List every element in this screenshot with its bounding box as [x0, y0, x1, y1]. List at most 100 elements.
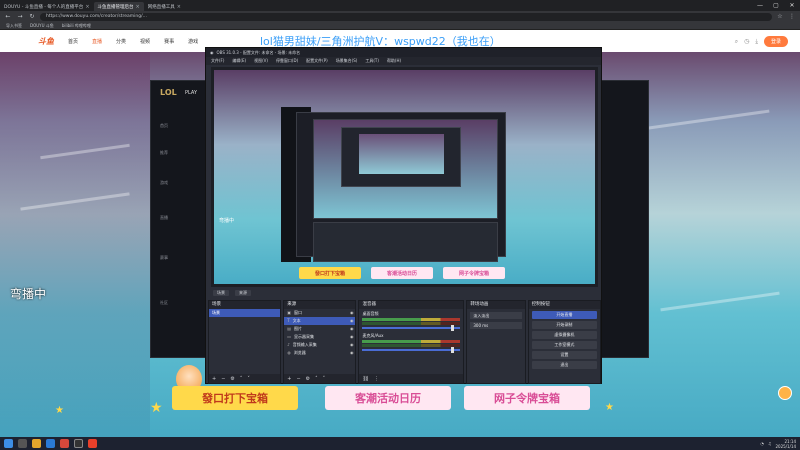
visibility-icon[interactable]: ◉ — [350, 317, 354, 325]
browser-tab[interactable]: 网络直播工具 × — [144, 2, 185, 11]
windows-start-icon[interactable] — [4, 439, 13, 448]
visibility-icon[interactable]: ◉ — [350, 349, 354, 357]
remove-icon[interactable]: − — [296, 376, 300, 382]
virtual-camera-button[interactable]: 虚拟摄像机 — [531, 331, 597, 339]
volume-icon[interactable]: ♫ — [768, 441, 772, 446]
url-field[interactable]: https://www.douyu.com/creator/streaming/… — [40, 12, 772, 21]
close-icon[interactable]: × — [136, 4, 140, 10]
maximize-icon[interactable]: ▢ — [768, 0, 784, 11]
bookmark-item[interactable]: bilibili 哔哩哔哩 — [62, 23, 91, 29]
obs-menu-item[interactable]: 场景集合(S) — [336, 58, 358, 64]
link-icon[interactable]: ⛓ — [362, 376, 368, 382]
scene-item[interactable]: 场景 — [209, 309, 281, 317]
browser-tab[interactable]: DOUYU - 斗鱼直播 - 每个人的直播平台 × — [0, 2, 94, 11]
add-icon[interactable]: + — [287, 376, 291, 382]
obs-menu-item[interactable]: 文件(F) — [211, 58, 224, 64]
history-icon[interactable]: ◷ — [744, 38, 749, 45]
remove-icon[interactable]: − — [221, 376, 225, 382]
preview-live-text: 弯播中 — [219, 218, 235, 224]
nav-link[interactable]: 游戏 — [188, 38, 198, 45]
source-item[interactable]: ▣ 窗口 ◉ — [284, 309, 355, 317]
source-item[interactable]: ▭ 显示器采集 ◉ — [284, 333, 355, 341]
channel-name: 麦克风/Aux — [362, 333, 384, 338]
start-streaming-button[interactable]: 开始直播 — [531, 311, 597, 319]
move-up-icon[interactable]: ˄ — [240, 376, 243, 382]
nav-link[interactable]: 直播 — [92, 38, 102, 45]
visibility-icon[interactable]: ◉ — [350, 309, 354, 317]
start-recording-button[interactable]: 开始录制 — [531, 321, 597, 329]
bookmark-item[interactable]: DOUYU 斗鱼 — [30, 23, 54, 29]
search-icon[interactable]: ⌕ — [735, 38, 738, 46]
move-down-icon[interactable]: ˅ — [323, 376, 326, 382]
close-icon[interactable]: × — [85, 4, 89, 10]
obs-preview[interactable]: 弯播中 發口打下宝箱 客潮活动日历 网子令牌宝箱 — [211, 67, 598, 287]
edge-icon[interactable] — [46, 439, 55, 448]
source-item[interactable]: T 文本 ◉ — [284, 317, 356, 325]
obs-menu-item[interactable]: 帮助(H) — [387, 58, 401, 64]
promo-banner[interactable]: 發口打下宝箱 — [172, 386, 298, 410]
settings-icon[interactable]: ⚙ — [306, 376, 310, 382]
obs-menu-item[interactable]: 视图(V) — [254, 58, 268, 64]
minimize-icon[interactable]: — — [752, 0, 768, 11]
visibility-icon[interactable]: ◉ — [350, 341, 354, 349]
nav-link[interactable]: 首页 — [68, 38, 78, 45]
obs-dock-tabs: 场景 来源 — [211, 289, 598, 297]
obs-tab[interactable]: 来源 — [235, 290, 251, 296]
floating-assistant-icon[interactable] — [778, 386, 792, 400]
header-actions: ⌕ ◷ ⤓ 登录 — [735, 36, 788, 47]
file-explorer-icon[interactable] — [32, 439, 41, 448]
transition-select[interactable]: 淡入淡出 — [470, 312, 522, 319]
obs-menu-item[interactable]: 配置文件(P) — [306, 58, 328, 64]
login-button[interactable]: 登录 — [763, 36, 788, 47]
nav-link[interactable]: 分类 — [116, 38, 126, 45]
download-icon[interactable]: ⤓ — [755, 38, 758, 46]
app-icon[interactable] — [88, 439, 97, 448]
site-logo[interactable]: 斗鱼 — [38, 36, 54, 47]
studio-mode-button[interactable]: 工作室模式 — [531, 341, 597, 349]
text-icon: T — [287, 318, 290, 323]
exit-button[interactable]: 退出 — [531, 361, 597, 369]
mixer-channel: 桌面音频 — [359, 309, 463, 331]
forward-icon[interactable]: → — [16, 13, 24, 20]
close-window-icon[interactable]: ✕ — [784, 0, 800, 11]
volume-slider[interactable] — [362, 347, 461, 353]
dock-toolbar: + − ⚙ ˄ ˅ — [284, 374, 356, 383]
search-icon[interactable] — [18, 439, 27, 448]
settings-button[interactable]: 设置 — [531, 351, 597, 359]
settings-icon[interactable]: ⚙ — [230, 376, 234, 382]
source-item[interactable]: ◍ 浏览器 ◉ — [284, 349, 355, 357]
network-icon[interactable]: ◔ — [760, 441, 764, 446]
promo-banner[interactable]: 网子令牌宝箱 — [464, 386, 590, 410]
obs-menu-item[interactable]: 停靠窗口(D) — [276, 58, 298, 64]
microphone-icon: ♪ — [287, 342, 290, 347]
obs-menu-item[interactable]: 编辑(E) — [232, 58, 246, 64]
visibility-icon[interactable]: ◉ — [350, 333, 354, 341]
nested-menu-item: 社区 — [160, 300, 168, 305]
visibility-icon[interactable]: ◉ — [350, 325, 354, 333]
nav-link[interactable]: 赛事 — [164, 38, 174, 45]
duration-field[interactable]: 300 ms — [470, 322, 522, 329]
transitions-dock: 转场动画 淡入淡出 300 ms — [466, 300, 526, 384]
obs-icon[interactable] — [74, 439, 83, 448]
obs-menu-item[interactable]: 工具(T) — [365, 58, 379, 64]
more-icon[interactable]: ⋮ — [374, 376, 379, 382]
volume-slider[interactable] — [362, 325, 461, 331]
source-item[interactable]: ♪ 音频输入采集 ◉ — [284, 341, 355, 349]
back-icon[interactable]: ← — [4, 13, 12, 20]
menu-icon[interactable]: ⋮ — [788, 13, 796, 20]
close-icon[interactable]: × — [177, 4, 181, 10]
move-down-icon[interactable]: ˅ — [247, 376, 250, 382]
move-up-icon[interactable]: ˄ — [315, 376, 318, 382]
stream-title-overlay: lol猫男甜妹/三角洲护航V：wspwd22（我也在） — [260, 35, 501, 48]
source-item[interactable]: ▤ 图片 ◉ — [284, 325, 355, 333]
nav-link[interactable]: 视频 — [140, 38, 150, 45]
promo-banner[interactable]: 客潮活动日历 — [325, 386, 451, 410]
reload-icon[interactable]: ↻ — [28, 13, 36, 20]
browser-tab[interactable]: 斗鱼直播管理后台 × — [93, 2, 144, 11]
add-icon[interactable]: + — [212, 376, 216, 382]
bookmark-item[interactable]: 导入书签 — [6, 23, 22, 29]
clock[interactable]: 21:14 2025/1/14 — [775, 439, 796, 449]
star-icon[interactable]: ☆ — [776, 13, 784, 20]
chrome-icon[interactable] — [60, 439, 69, 448]
obs-tab[interactable]: 场景 — [213, 290, 229, 296]
